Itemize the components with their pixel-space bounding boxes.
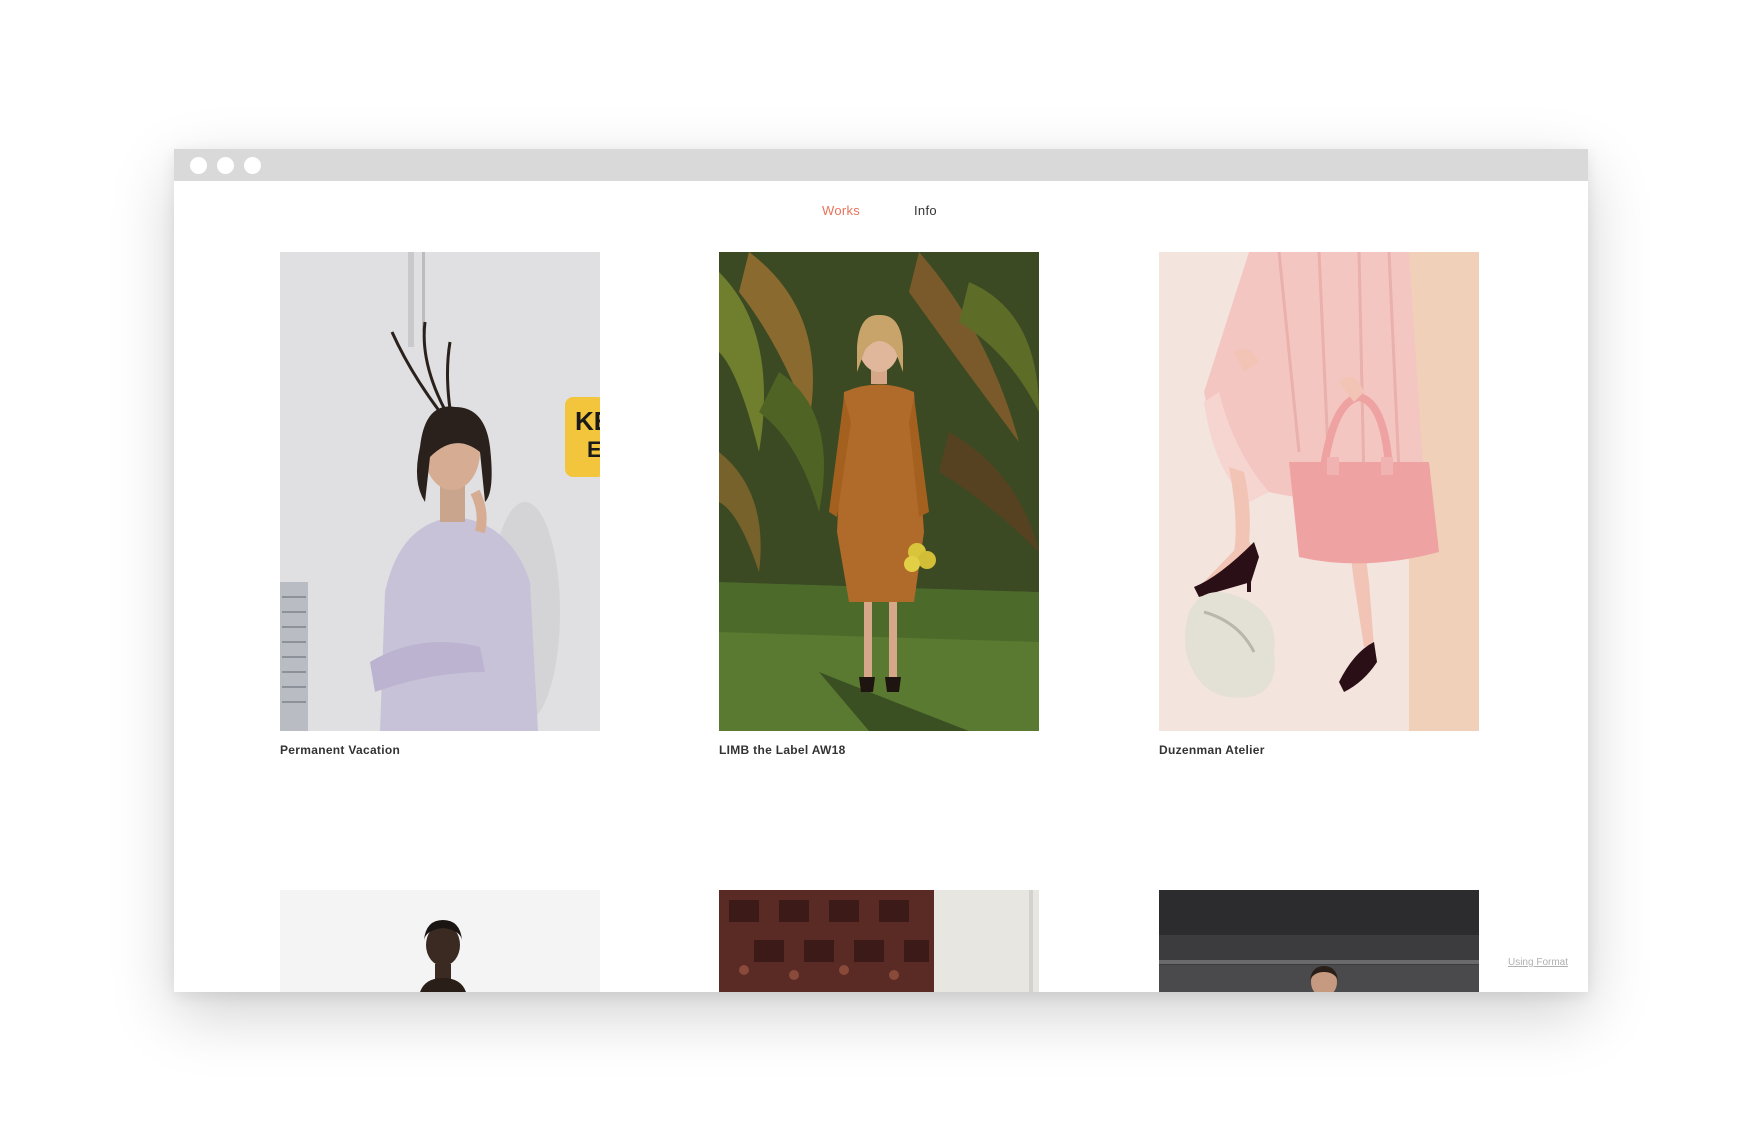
- page-background: Works Info KE E: [0, 0, 1755, 1148]
- project-image-partial[interactable]: [1159, 890, 1479, 992]
- project-image-limb-the-label[interactable]: [719, 252, 1039, 731]
- browser-titlebar: [174, 149, 1588, 181]
- svg-text:E: E: [587, 437, 600, 462]
- window-minimize-dot[interactable]: [217, 157, 234, 174]
- project-image-partial[interactable]: [280, 890, 600, 992]
- window-close-dot[interactable]: [190, 157, 207, 174]
- svg-text:KE: KE: [575, 406, 600, 436]
- nav-works-link[interactable]: Works: [822, 203, 860, 218]
- project-image-duzenman-atelier[interactable]: [1159, 252, 1479, 731]
- nav-info-link[interactable]: Info: [914, 203, 937, 218]
- project-title[interactable]: LIMB the Label AW18: [719, 743, 846, 757]
- project-image-partial[interactable]: [719, 890, 1039, 992]
- project-title[interactable]: Permanent Vacation: [280, 743, 400, 757]
- site-nav: Works Info: [174, 203, 1588, 223]
- project-title[interactable]: Duzenman Atelier: [1159, 743, 1265, 757]
- window-maximize-dot[interactable]: [244, 157, 261, 174]
- browser-window: Works Info KE E: [174, 149, 1588, 992]
- using-format-link[interactable]: Using Format: [1508, 957, 1568, 968]
- project-image-permanent-vacation[interactable]: KE E: [280, 252, 600, 731]
